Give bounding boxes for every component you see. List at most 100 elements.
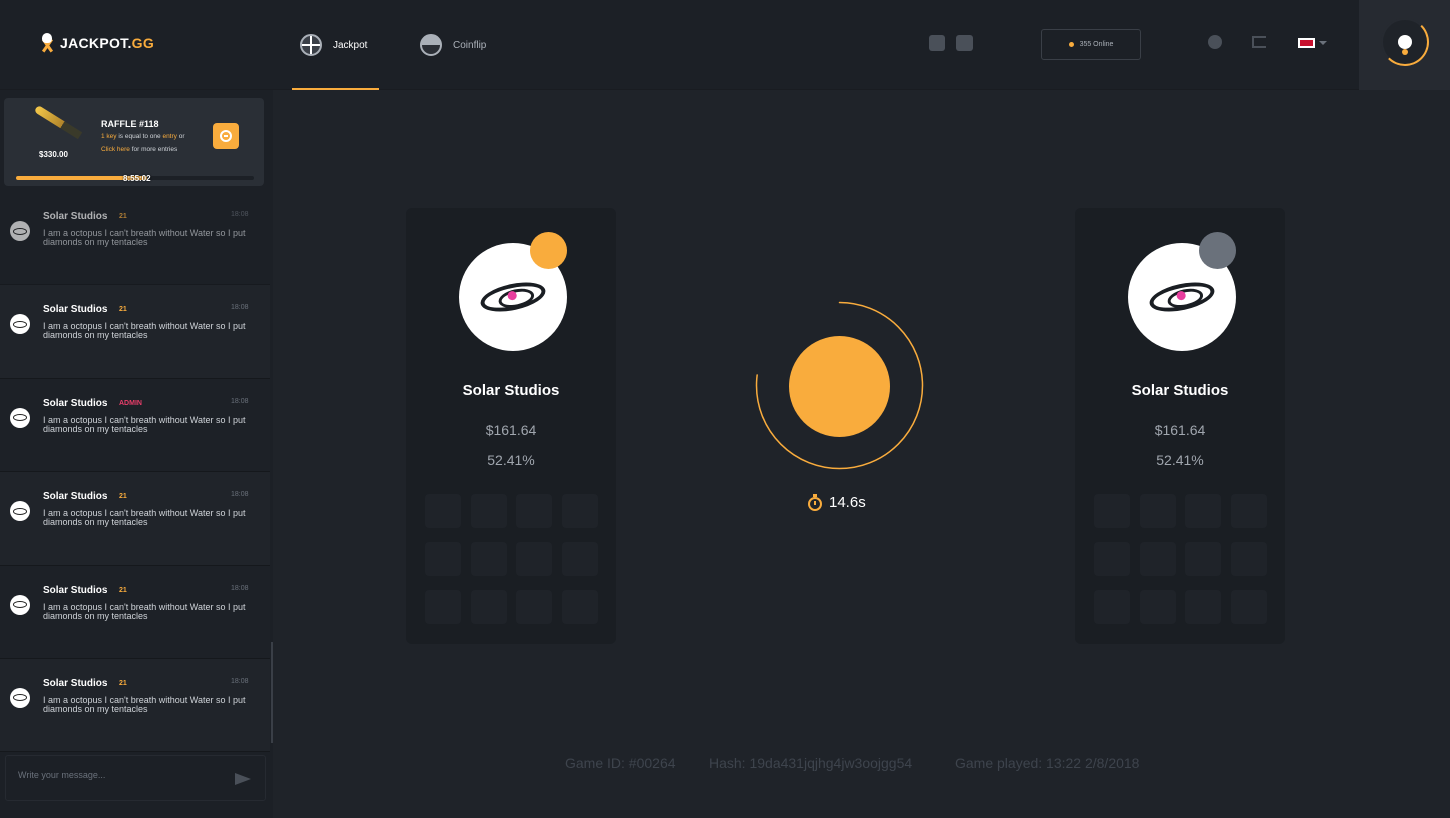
avatar[interactable] <box>10 407 30 428</box>
chevron-down-icon[interactable] <box>1319 41 1327 45</box>
raffle-more-entries: Click here for more entries <box>101 146 178 153</box>
item-slot <box>516 494 552 528</box>
message-author[interactable]: Solar Studios <box>43 585 107 596</box>
active-tab-indicator <box>292 88 379 90</box>
item-slot <box>561 542 598 576</box>
player-items-grid <box>425 494 598 624</box>
player-card-right: Solar Studios $161.64 52.41% <box>1075 208 1285 644</box>
wheel-icon <box>300 34 322 56</box>
message-time: 18:08 <box>231 677 249 685</box>
item-slot <box>425 542 461 576</box>
online-counter: 355 Online <box>1041 29 1141 60</box>
message-text: I am a octopus I can't breath without Wa… <box>43 321 246 341</box>
gear-icon[interactable] <box>1208 35 1222 49</box>
game-played-time: Game played: 13:22 2/8/2018 <box>955 755 1140 771</box>
twitter-icon[interactable] <box>929 35 945 51</box>
item-slot <box>561 494 598 528</box>
player-card-left: Solar Studios $161.64 52.41% <box>406 208 616 644</box>
uk-flag-icon[interactable] <box>1298 38 1315 48</box>
player-amount: $161.64 <box>485 422 537 438</box>
avatar[interactable] <box>10 221 30 241</box>
raffle-info: 1 key is equal to one entry or <box>101 133 185 140</box>
top-bar: JACKPOT.GG Jackpot Coinflip 355 Online <box>0 0 1450 90</box>
message-author[interactable]: Solar Studios <box>43 304 107 315</box>
avatar[interactable] <box>10 687 30 708</box>
galaxy-icon <box>1147 277 1217 317</box>
player-name: Solar Studios <box>462 382 560 399</box>
message-text: I am a octopus I can't breath without Wa… <box>43 414 246 434</box>
user-avatar-box[interactable] <box>1359 0 1450 90</box>
coin-icon <box>420 34 442 56</box>
player-color-dot <box>530 232 567 269</box>
plus-icon <box>220 130 232 142</box>
raffle-card: $330.00 RAFFLE #118 1 key is equal to on… <box>4 98 264 186</box>
level-badge: 21 <box>119 679 127 687</box>
player-percent: 52.41% <box>1156 452 1204 468</box>
nav-coinflip-label: Coinflip <box>453 39 487 51</box>
message-time: 18:08 <box>231 584 249 592</box>
item-slot <box>1094 494 1130 528</box>
chat-message-input[interactable] <box>18 770 218 780</box>
chat-message-list: Solar Studios 21 18:08 I am a octopus I … <box>0 192 273 753</box>
raffle-timer: 8:55:02 <box>123 174 151 183</box>
item-slot <box>561 590 598 624</box>
galaxy-icon <box>478 277 548 317</box>
stopwatch-icon <box>808 493 822 511</box>
discord-icon[interactable] <box>956 35 973 51</box>
avatar[interactable] <box>10 314 30 335</box>
chat-message: Solar Studios 21 18:08 I am a octopus I … <box>0 472 270 566</box>
game-id: Game ID: #00264 <box>565 755 676 771</box>
message-time: 18:08 <box>231 304 249 312</box>
chat-input-box <box>5 755 266 801</box>
countdown-text: 14.6s <box>829 494 866 511</box>
chat-sidebar: $330.00 RAFFLE #118 1 key is equal to on… <box>0 90 273 818</box>
nav-jackpot-label: Jackpot <box>333 39 368 51</box>
item-slot <box>1094 590 1130 624</box>
knife-icon <box>33 104 83 140</box>
item-slot <box>516 542 552 576</box>
skull-logo-icon <box>38 33 56 53</box>
message-author[interactable]: Solar Studios <box>43 398 107 409</box>
skull-avatar-icon <box>1398 35 1412 49</box>
level-badge: 21 <box>119 586 127 594</box>
message-author[interactable]: Solar Studios <box>43 211 107 222</box>
player-items-grid <box>1094 494 1267 624</box>
avatar[interactable] <box>1381 18 1429 66</box>
avatar[interactable] <box>10 594 30 615</box>
item-slot <box>425 590 461 624</box>
message-text: I am a octopus I can't breath without Wa… <box>43 694 246 714</box>
online-dot-icon <box>1068 42 1074 47</box>
message-text: I am a octopus I can't breath without Wa… <box>43 601 246 621</box>
raffle-click-here-link[interactable]: Click here <box>101 146 130 153</box>
message-author[interactable]: Solar Studios <box>43 491 107 502</box>
countdown: 14.6s <box>808 493 866 511</box>
site-logo[interactable]: JACKPOT.GG <box>38 33 154 53</box>
item-slot <box>1139 542 1176 576</box>
nav-jackpot[interactable]: Jackpot <box>300 34 367 56</box>
level-badge: 21 <box>119 213 127 220</box>
item-slot <box>1185 494 1221 528</box>
send-icon[interactable] <box>235 773 251 785</box>
admin-badge: ADMIN <box>119 399 142 407</box>
item-slot <box>1185 590 1221 624</box>
chat-message: Solar Studios 21 18:08 I am a octopus I … <box>0 658 270 753</box>
item-slot <box>425 494 461 528</box>
player-amount: $161.64 <box>1154 422 1206 438</box>
chat-message: Solar Studios 21 18:08 I am a octopus I … <box>0 192 270 286</box>
message-author[interactable]: Solar Studios <box>43 678 107 689</box>
item-slot <box>470 494 507 528</box>
chat-scrollbar[interactable] <box>271 642 273 743</box>
logout-icon[interactable] <box>1252 36 1266 48</box>
message-time: 18:08 <box>231 211 249 218</box>
item-slot <box>1185 542 1221 576</box>
nav-coinflip[interactable]: Coinflip <box>420 34 486 56</box>
raffle-price: $330.00 <box>39 150 68 159</box>
message-text: I am a octopus I can't breath without Wa… <box>43 228 246 247</box>
jackpot-ball <box>789 336 890 437</box>
chat-message: Solar Studios ADMIN 18:08 I am a octopus… <box>0 378 270 473</box>
avatar[interactable] <box>10 501 30 522</box>
message-text: I am a octopus I can't breath without Wa… <box>43 508 246 528</box>
item-slot <box>1230 542 1267 576</box>
raffle-add-button[interactable] <box>213 123 239 149</box>
chat-message: Solar Studios 21 18:08 I am a octopus I … <box>0 565 270 659</box>
